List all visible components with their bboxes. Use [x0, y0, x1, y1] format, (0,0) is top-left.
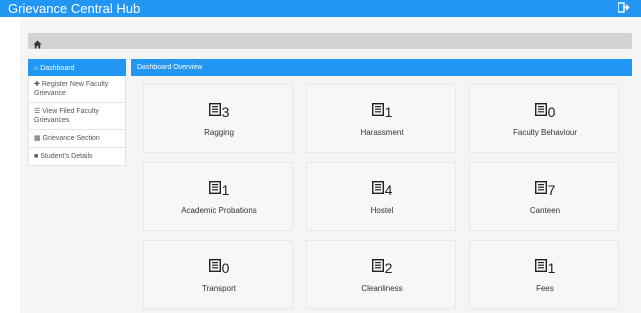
- document-icon: [208, 180, 221, 199]
- stat-count: 3: [221, 104, 230, 120]
- user-square-icon: ■: [34, 153, 39, 160]
- stat-label: Harassment: [360, 128, 404, 137]
- stat-card-canteen[interactable]: 7 Canteen: [469, 162, 619, 231]
- sidebar-item-grievance-section[interactable]: ▦ Grievance Section: [28, 130, 126, 148]
- home-icon[interactable]: [33, 36, 43, 49]
- panel-title: Dashboard Overview: [131, 59, 632, 76]
- sidebar-item-register-grievance[interactable]: ✚ Register New Faculty Grievance: [28, 76, 126, 103]
- document-icon: [371, 258, 384, 277]
- stat-card-hostel[interactable]: 4 Hostel: [306, 162, 456, 231]
- stat-card-cleanliness[interactable]: 2 Cleanliness: [306, 240, 456, 309]
- stat-label: Cleanliness: [361, 284, 403, 293]
- document-icon: [534, 258, 547, 277]
- stat-label: Faculty Behaviour: [512, 128, 578, 137]
- top-navbar: Grievance Central Hub: [0, 0, 641, 17]
- table-icon: ▦: [34, 135, 41, 142]
- sidebar-item-label: Grievance Section: [42, 135, 100, 142]
- logout-icon[interactable]: [617, 2, 631, 15]
- stat-card-faculty-behaviour[interactable]: 0 Faculty Behaviour: [469, 84, 619, 153]
- stat-label: Academic Probations: [181, 206, 257, 215]
- stat-card-transport[interactable]: 0 Transport: [143, 240, 293, 309]
- document-icon: [208, 102, 221, 121]
- stat-count: 1: [547, 260, 556, 276]
- document-icon: [534, 180, 547, 199]
- stat-card-harassment[interactable]: 1 Harassment: [306, 84, 456, 153]
- stat-label: Ragging: [204, 128, 234, 137]
- stat-count: 7: [547, 182, 556, 198]
- plus-icon: ✚: [34, 81, 40, 88]
- sidebar-item-label: View Filed Faculty Grievances: [34, 108, 99, 124]
- stat-label: Fees: [536, 284, 554, 293]
- document-icon: [371, 180, 384, 199]
- list-icon: ☰: [34, 108, 41, 115]
- sidebar-item-student-details[interactable]: ■ Student's Details: [28, 148, 126, 166]
- sidebar-item-dashboard[interactable]: ⌂ Dashboard: [28, 59, 126, 76]
- document-icon: [371, 102, 384, 121]
- breadcrumb: [28, 33, 632, 49]
- stat-label: Transport: [202, 284, 236, 293]
- stat-card-ragging[interactable]: 3 Ragging: [143, 84, 293, 153]
- app-brand[interactable]: Grievance Central Hub: [8, 0, 140, 17]
- stat-count: 0: [221, 260, 230, 276]
- stat-count: 4: [384, 182, 393, 198]
- stat-count: 0: [547, 104, 556, 120]
- sidebar-item-label: Student's Details: [40, 153, 93, 160]
- stat-count: 1: [384, 104, 393, 120]
- stat-label: Canteen: [529, 206, 561, 215]
- sidebar-item-label: Register New Faculty Grievance: [34, 81, 109, 97]
- sidebar-item-label: Dashboard: [40, 65, 75, 72]
- stat-count: 1: [221, 182, 230, 198]
- stat-card-fees[interactable]: 1 Fees: [469, 240, 619, 309]
- sidebar-item-view-grievances[interactable]: ☰ View Filed Faculty Grievances: [28, 103, 126, 130]
- document-icon: [208, 258, 221, 277]
- stat-card-academic-probations[interactable]: 1 Academic Probations: [143, 162, 293, 231]
- stat-label: Hostel: [370, 206, 394, 215]
- home-icon: ⌂: [34, 65, 39, 72]
- sidebar: ⌂ Dashboard ✚ Register New Faculty Grievan…: [28, 59, 126, 166]
- document-icon: [534, 102, 547, 121]
- stat-count: 2: [384, 260, 393, 276]
